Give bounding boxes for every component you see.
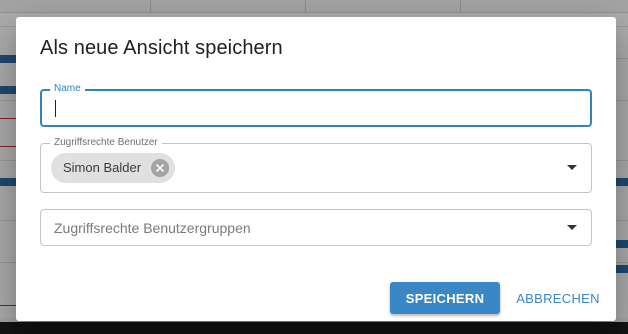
cancel-circle-icon[interactable] xyxy=(151,159,169,177)
save-button[interactable]: SPEICHERN xyxy=(390,282,500,314)
user-chip: Simon Balder xyxy=(51,153,175,183)
name-input[interactable] xyxy=(56,97,576,119)
user-chip-label: Simon Balder xyxy=(63,160,142,175)
name-field[interactable]: Name xyxy=(40,83,592,127)
arrow-drop-down-icon[interactable] xyxy=(562,158,582,178)
arrow-drop-down-icon[interactable] xyxy=(562,218,582,238)
cancel-button[interactable]: ABBRECHEN xyxy=(512,282,604,314)
dialog-title: Als neue Ansicht speichern xyxy=(40,37,283,59)
save-view-dialog: Als neue Ansicht speichern Name Zugriffs… xyxy=(16,17,616,321)
user-group-access-field[interactable]: Zugriffsrechte Benutzergruppen xyxy=(40,209,592,246)
text-cursor xyxy=(55,100,56,117)
name-field-label: Name xyxy=(50,83,85,95)
user-access-field-label: Zugriffsrechte Benutzer xyxy=(50,137,162,149)
user-access-field[interactable]: Zugriffsrechte Benutzer Simon Balder xyxy=(40,137,592,193)
user-group-access-placeholder: Zugriffsrechte Benutzergruppen xyxy=(54,220,251,236)
